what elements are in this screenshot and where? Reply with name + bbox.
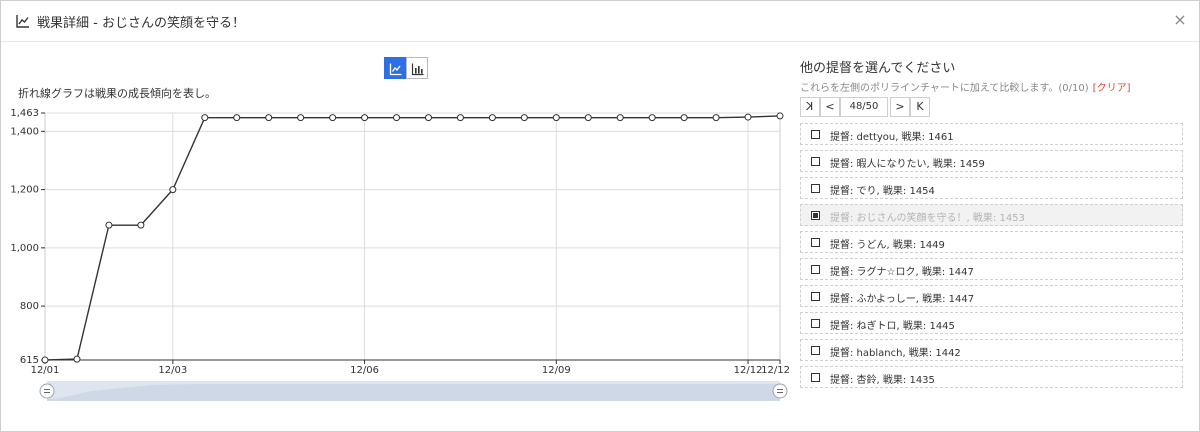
compare-panel-subtitle: これらを左側のポリラインチャートに加えて比較します。(0/10) [クリア] [800, 79, 1130, 94]
compare-panel-title: 他の提督を選んでください [800, 61, 956, 76]
dialog-header: 戦果詳細 - おじさんの笑顔を守る！ × [1, 1, 1199, 42]
admiral-list-item[interactable]: 提督: ふかよっしー, 戦果: 1447 [800, 285, 1183, 307]
x-tick-label: 12/03 [158, 365, 187, 376]
line-chart-toggle-button[interactable] [384, 57, 406, 79]
data-point[interactable] [776, 112, 784, 120]
admiral-label: 提督: 暇人になりたい, 戦果: 1459 [830, 159, 985, 170]
data-point[interactable] [584, 114, 592, 122]
bar-chart-icon [411, 63, 424, 76]
x-tick-label: 12/12 [761, 365, 790, 376]
data-point[interactable] [712, 114, 720, 122]
last-page-icon: K [916, 100, 924, 113]
close-icon[interactable]: × [1171, 11, 1189, 29]
chart-description: 折れ線グラフは戦果の成長傾向を表し。 [18, 87, 216, 100]
bar-chart-toggle-button[interactable] [406, 57, 428, 79]
admiral-label: 提督: 杏鈴, 戦果: 1435 [830, 375, 935, 386]
detail-dialog: 戦果詳細 - おじさんの笑顔を守る！ × 折れ線グラフは戦果の成長傾向を表し。 … [0, 0, 1200, 432]
admiral-label: 提督: ねぎトロ, 戦果: 1445 [830, 321, 955, 332]
x-tick-label: 12/09 [542, 365, 571, 376]
y-tick-label: 1,463 [10, 108, 39, 119]
y-tick-label: 800 [20, 301, 39, 312]
admiral-checkbox[interactable] [811, 130, 820, 139]
data-point[interactable] [137, 221, 145, 229]
admiral-label: 提督: ふかよっしー, 戦果: 1447 [830, 294, 975, 305]
data-point[interactable] [169, 186, 177, 194]
line-chart-icon [16, 15, 29, 28]
admiral-label: 提督: うどん, 戦果: 1449 [830, 240, 945, 251]
admiral-checkbox[interactable] [811, 346, 820, 355]
x-tick-label: 12/01 [31, 365, 60, 376]
zoom-slider-preview [47, 384, 780, 401]
data-point[interactable] [41, 356, 49, 364]
admiral-checkbox[interactable] [811, 157, 820, 166]
admiral-checkbox[interactable] [811, 373, 820, 382]
admiral-checkbox[interactable] [811, 238, 820, 247]
admiral-list-item[interactable]: 提督: 杏鈴, 戦果: 1435 [800, 366, 1183, 388]
admiral-label: 提督: ラグナ☆ロク, 戦果: 1447 [830, 267, 974, 278]
plot-frame [44, 112, 781, 361]
admiral-list: 提督: dettyou, 戦果: 1461 提督: 暇人になりたい, 戦果: 14… [800, 123, 1184, 393]
next-page-button[interactable]: > [890, 97, 910, 117]
last-page-button[interactable]: K [910, 97, 930, 117]
data-point[interactable] [201, 114, 209, 122]
admiral-label: 提督: hablanch, 戦果: 1442 [830, 348, 961, 359]
data-point[interactable] [456, 114, 464, 122]
admiral-list-item[interactable]: 提督: でり, 戦果: 1454 [800, 177, 1183, 199]
data-point[interactable] [648, 114, 656, 122]
y-tick-label: 1,400 [10, 126, 39, 137]
admiral-list-item: 提督: おじさんの笑顔を守る！, 戦果: 1453 [800, 204, 1183, 226]
data-point[interactable] [616, 114, 624, 122]
admiral-list-item[interactable]: 提督: hablanch, 戦果: 1442 [800, 339, 1183, 361]
y-tick-label: 1,200 [10, 185, 39, 196]
data-point[interactable] [680, 114, 688, 122]
x-tick-label: 12/06 [350, 365, 379, 376]
data-point[interactable] [233, 114, 241, 122]
zoom-slider-handle-right[interactable] [772, 383, 788, 399]
admiral-label: 提督: でり, 戦果: 1454 [830, 186, 935, 197]
data-point[interactable] [488, 114, 496, 122]
data-point[interactable] [361, 114, 369, 122]
chart-series-line [44, 115, 781, 361]
data-point[interactable] [265, 114, 273, 122]
zoom-slider-handle-left[interactable] [39, 383, 55, 399]
prev-page-button[interactable]: < [820, 97, 840, 117]
data-point[interactable] [744, 113, 752, 121]
admiral-checkbox[interactable] [811, 319, 820, 328]
data-point[interactable] [520, 114, 528, 122]
admiral-checkbox[interactable] [811, 292, 820, 301]
y-tick-label: 1,000 [10, 243, 39, 254]
admiral-list-item[interactable]: 提督: ラグナ☆ロク, 戦果: 1447 [800, 258, 1183, 280]
x-tick-label: 12/12 [734, 365, 763, 376]
admiral-label: 提督: おじさんの笑顔を守る！, 戦果: 1453 [830, 213, 1025, 224]
admiral-list-item[interactable]: 提督: 暇人になりたい, 戦果: 1459 [800, 150, 1183, 172]
admiral-list-item[interactable]: 提督: ねぎトロ, 戦果: 1445 [800, 312, 1183, 334]
data-point[interactable] [552, 114, 560, 122]
admiral-list-item[interactable]: 提督: うどん, 戦果: 1449 [800, 231, 1183, 253]
admiral-label: 提督: dettyou, 戦果: 1461 [830, 132, 954, 143]
admiral-checkbox[interactable] [811, 184, 820, 193]
admiral-checkbox[interactable] [811, 265, 820, 274]
line-chart-icon [389, 63, 402, 76]
data-point[interactable] [393, 114, 401, 122]
page-indicator: 48/50 [840, 97, 888, 117]
data-point[interactable] [297, 114, 305, 122]
clear-link[interactable]: [クリア] [1093, 83, 1131, 94]
data-point[interactable] [73, 355, 81, 363]
first-page-button[interactable]: K [800, 97, 820, 117]
admiral-list-item[interactable]: 提督: dettyou, 戦果: 1461 [800, 123, 1183, 145]
battle-result-line-chart: 1,4631,4001,2001,000800615 12/01 12/03 12/… [10, 108, 790, 401]
dialog-title: 戦果詳細 - おじさんの笑顔を守る！ [37, 16, 245, 31]
admiral-checkbox [811, 211, 820, 220]
first-page-icon: K [806, 100, 814, 113]
compare-count-text: これらを左側のポリラインチャートに加えて比較します。(0/10) [800, 83, 1089, 94]
data-point[interactable] [424, 114, 432, 122]
data-point[interactable] [105, 221, 113, 229]
data-point[interactable] [329, 114, 337, 122]
